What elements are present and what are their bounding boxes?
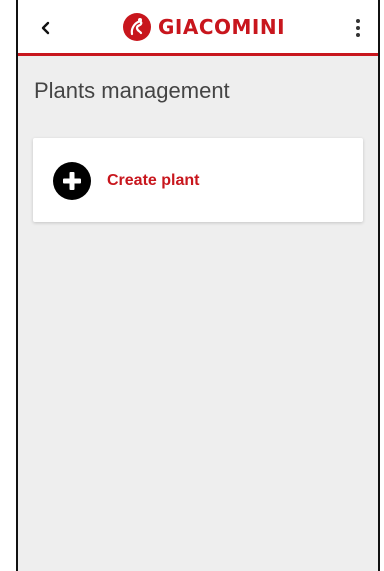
app-bar: GIACOMINI <box>18 0 378 56</box>
brand-logo: GIACOMINI <box>122 10 285 44</box>
create-plant-card[interactable]: Create plant <box>33 138 363 222</box>
overflow-menu-button[interactable] <box>346 14 370 42</box>
back-button[interactable] <box>32 14 60 42</box>
page-title: Plants management <box>34 78 230 103</box>
giacomini-mark-icon <box>123 13 151 41</box>
brand-name: GIACOMINI <box>158 15 286 39</box>
app-screen: GIACOMINI Plants management Create plant <box>16 0 380 571</box>
create-plant-label: Create plant <box>107 172 200 189</box>
add-circle-icon <box>53 162 91 200</box>
chevron-left-icon <box>41 21 50 35</box>
more-vertical-icon <box>356 19 360 37</box>
